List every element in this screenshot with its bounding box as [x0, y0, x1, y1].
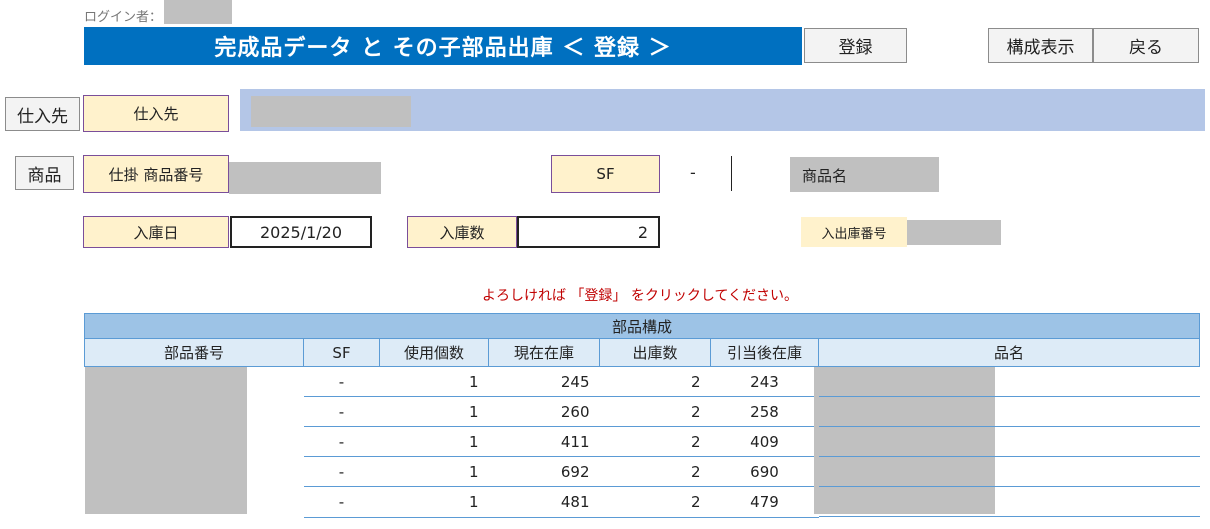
product-button[interactable]: 商品: [15, 156, 74, 190]
col-sf: SF: [303, 338, 380, 367]
part-number-redacted: [84, 367, 304, 518]
row-current-stock: 245: [488, 366, 600, 398]
row-after-stock: 690: [710, 456, 819, 488]
supplier-button[interactable]: 仕入先: [5, 97, 80, 131]
confirm-message: よろしければ 「登録」 をクリックしてください。: [481, 288, 799, 304]
row-out-qty: 2: [599, 396, 711, 428]
sf-label: SF: [551, 155, 660, 193]
sf-value: -: [690, 163, 696, 182]
wip-product-number-label: 仕掛 商品番号: [83, 155, 229, 193]
show-structure-button[interactable]: 構成表示: [988, 28, 1093, 63]
row-out-qty: 2: [599, 426, 711, 458]
supplier-label: 仕入先: [83, 95, 229, 132]
supplier-name-redacted: [251, 96, 411, 127]
row-after-stock: 479: [710, 486, 819, 518]
row-current-stock: 260: [488, 396, 600, 428]
col-out-qty: 出庫数: [599, 338, 711, 367]
login-user-redacted: [164, 0, 232, 24]
row-out-qty: 2: [599, 366, 711, 398]
row-use-qty: 1: [379, 456, 489, 488]
row-after-stock: 409: [710, 426, 819, 458]
row-current-stock: 411: [488, 426, 600, 458]
row-sf: -: [303, 366, 380, 398]
col-after-stock: 引当後在庫: [710, 338, 819, 367]
sf-divider: [731, 156, 732, 191]
receipt-qty-field[interactable]: 2: [517, 216, 660, 248]
col-current-stock: 現在在庫: [488, 338, 600, 367]
login-label: ログイン者：: [84, 10, 163, 25]
register-button[interactable]: 登録: [804, 28, 907, 63]
row-after-stock: 258: [710, 396, 819, 428]
row-use-qty: 1: [379, 396, 489, 428]
row-sf: -: [303, 486, 380, 518]
wip-product-number-redacted: [229, 162, 381, 194]
product-name-label: 商品名: [790, 157, 939, 192]
row-use-qty: 1: [379, 426, 489, 458]
col-part-number: 部品番号: [84, 338, 304, 367]
row-current-stock: 481: [488, 486, 600, 518]
row-sf: -: [303, 456, 380, 488]
io-number-label: 入出庫番号: [801, 217, 907, 247]
table-row: - 1 245 2 243: [84, 366, 1200, 517]
back-button[interactable]: 戻る: [1093, 28, 1199, 63]
table-caption: 部品構成: [84, 313, 1200, 339]
row-use-qty: 1: [379, 366, 489, 398]
io-number-redacted: [907, 220, 1001, 245]
receipt-date-label: 入庫日: [83, 216, 229, 248]
parts-table: 部品構成 部品番号 SF 使用個数 現在在庫 出庫数 引当後在庫 品名 - 1 …: [84, 313, 1200, 518]
receipt-qty-label: 入庫数: [407, 216, 517, 248]
item-name-redacted: [813, 367, 1200, 517]
col-item-name: 品名: [818, 338, 1200, 367]
receipt-date-field[interactable]: 2025/1/20: [230, 216, 372, 248]
row-out-qty: 2: [599, 456, 711, 488]
row-sf: -: [303, 396, 380, 428]
row-after-stock: 243: [710, 366, 819, 398]
page-title: 完成品データ と その子部品出庫 ＜ 登録 ＞: [84, 27, 802, 65]
row-use-qty: 1: [379, 486, 489, 518]
row-out-qty: 2: [599, 486, 711, 518]
row-sf: -: [303, 426, 380, 458]
col-use-qty: 使用個数: [379, 338, 489, 367]
row-current-stock: 692: [488, 456, 600, 488]
